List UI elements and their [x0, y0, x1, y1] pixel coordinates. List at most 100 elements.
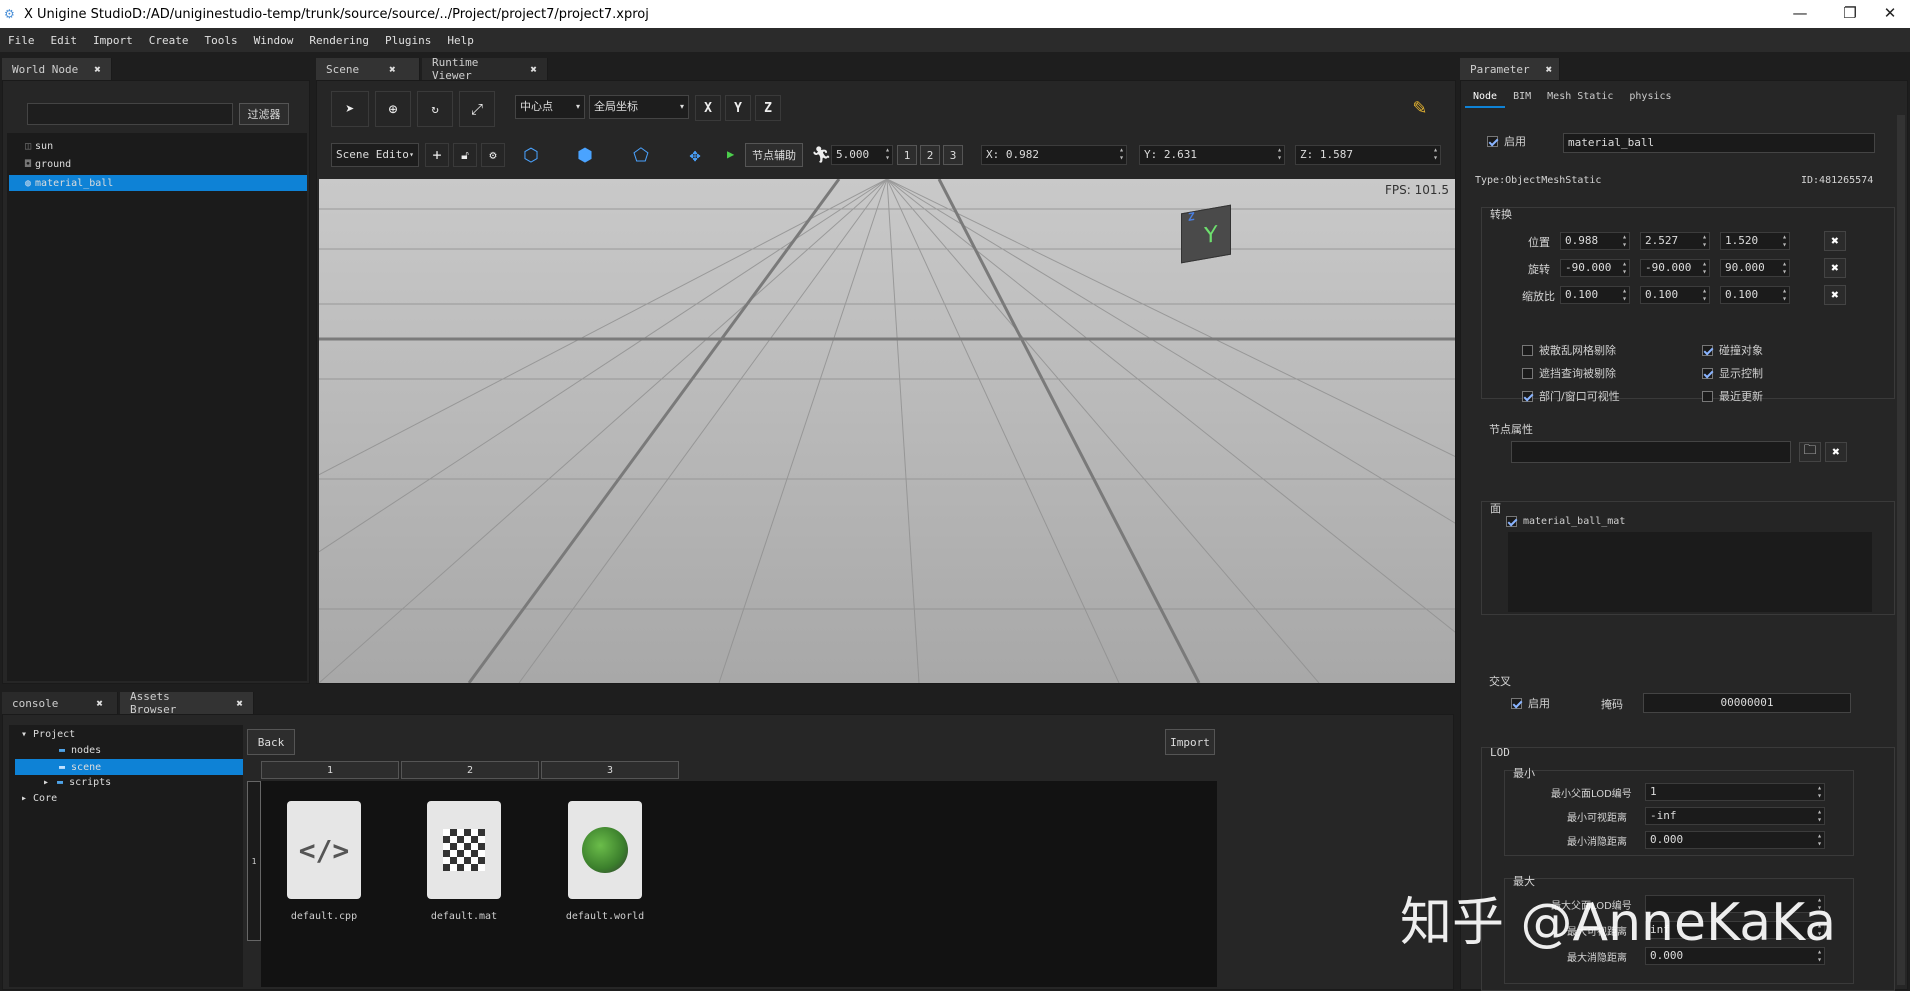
tab-runtime-viewer[interactable]: Runtime Viewer ✖	[422, 56, 548, 82]
tree-item-material-ball[interactable]: ◍ material_ball	[9, 175, 307, 191]
lock-icon[interactable]: 🔓︎	[453, 143, 477, 167]
spin-arrows-icon[interactable]: ▴ ▾	[1782, 287, 1787, 303]
tab-assets-browser[interactable]: Assets Browser ✖	[120, 690, 254, 716]
add-button[interactable]: +	[425, 143, 449, 167]
plane-icon[interactable]: ⬠	[623, 141, 659, 169]
tree-folder-core[interactable]: ▸ Core	[21, 793, 57, 804]
spin-arrows-icon[interactable]: ▴ ▾	[1622, 260, 1627, 276]
close-window-button[interactable]: ✕	[1870, 0, 1910, 28]
flag-right-1[interactable]: 显示控制	[1702, 365, 1763, 381]
select-tool-button[interactable]: ➤	[331, 91, 369, 127]
menu-import[interactable]: Import	[85, 34, 141, 47]
subtab-physics[interactable]: physics	[1621, 87, 1679, 108]
position-x-input[interactable]: 0.988 ▴ ▾	[1560, 232, 1630, 250]
asset-scrollbar[interactable]: 1	[247, 781, 261, 941]
axis-x-button[interactable]: X	[695, 95, 721, 121]
scale-z-input[interactable]: 0.100 ▴ ▾	[1720, 286, 1790, 304]
clear-property-button[interactable]: ✖	[1825, 442, 1847, 462]
spin-arrows-icon[interactable]: ▴ ▾	[1817, 808, 1822, 824]
node-helper-button[interactable]: 节点辅助	[745, 143, 803, 167]
scene-viewport[interactable]: FPS: 101.5 Z Y	[319, 179, 1455, 683]
menu-tools[interactable]: Tools	[197, 34, 246, 47]
intersection-enabled[interactable]: 启用	[1511, 695, 1550, 711]
coord-select[interactable]: 全局坐标 ▾	[589, 95, 689, 119]
tree-folder-project[interactable]: ▾ Project	[21, 729, 75, 740]
flag-checkbox[interactable]	[1522, 390, 1533, 402]
tree-folder-scripts[interactable]: ▸ ▬ scripts	[43, 777, 111, 788]
subtab-mesh-static[interactable]: Mesh Static	[1539, 87, 1621, 108]
surface-list[interactable]	[1508, 532, 1872, 612]
node-search-input[interactable]	[27, 103, 233, 125]
mode-select[interactable]: Scene Edito ▾	[331, 143, 419, 167]
camera-3-button[interactable]: 3	[943, 145, 963, 165]
node-name-input[interactable]: material_ball	[1563, 133, 1875, 153]
move-tool-button[interactable]: ⊕	[375, 91, 411, 127]
surface-checkbox[interactable]	[1506, 516, 1517, 527]
flag-checkbox[interactable]	[1522, 367, 1533, 379]
expand-icon[interactable]: ▾	[21, 729, 27, 740]
spin-arrows-icon[interactable]: ▴ ▾	[885, 146, 890, 162]
gizmo-icon[interactable]: ✥	[677, 141, 713, 169]
axis-z-button[interactable]: Z	[755, 95, 781, 121]
axis-y-button[interactable]: Y	[725, 95, 751, 121]
flag-checkbox[interactable]	[1522, 344, 1533, 356]
expand-icon[interactable]: ▸	[21, 793, 27, 804]
cam-x-input[interactable]: X: 0.982 ▴ ▾	[981, 145, 1127, 165]
surface-item[interactable]: material_ball_mat	[1506, 516, 1625, 527]
close-icon[interactable]: ✖	[94, 63, 101, 76]
spin-arrows-icon[interactable]: ▴ ▾	[1817, 784, 1822, 800]
spin-arrows-icon[interactable]: ▴ ▾	[1277, 146, 1282, 162]
camera-2-button[interactable]: 2	[920, 145, 940, 165]
rotation-y-input[interactable]: -90.000 ▴ ▾	[1640, 259, 1710, 277]
node-property-input[interactable]	[1511, 441, 1791, 463]
node-enabled-toggle[interactable]: 启用	[1487, 133, 1526, 149]
close-icon[interactable]: ✖	[96, 697, 103, 710]
flag-right-2[interactable]: 最近更新	[1702, 388, 1763, 404]
min-fade-dist-input[interactable]: 0.000 ▴ ▾	[1645, 831, 1825, 849]
spin-arrows-icon[interactable]: ▴ ▾	[1702, 260, 1707, 276]
rotation-z-input[interactable]: 90.000 ▴ ▾	[1720, 259, 1790, 277]
settings-icon[interactable]: ⚙	[481, 143, 505, 167]
camera-1-button[interactable]: 1	[897, 145, 917, 165]
position-z-input[interactable]: 1.520 ▴ ▾	[1720, 232, 1790, 250]
cube-rotate-icon[interactable]: ⬢	[567, 141, 603, 169]
menu-file[interactable]: File	[0, 34, 43, 47]
flag-checkbox[interactable]	[1702, 344, 1713, 356]
tab-scene[interactable]: Scene ✖	[316, 58, 420, 80]
flag-right-0[interactable]: 碰撞对象	[1702, 342, 1763, 358]
menu-create[interactable]: Create	[141, 34, 197, 47]
filter-button[interactable]: 过滤器	[239, 103, 289, 125]
asset-item-mat[interactable]: default.mat	[419, 801, 509, 922]
menu-edit[interactable]: Edit	[43, 34, 86, 47]
spin-arrows-icon[interactable]: ▴ ▾	[1702, 287, 1707, 303]
scale-x-input[interactable]: 0.100 ▴ ▾	[1560, 286, 1630, 304]
spin-arrows-icon[interactable]: ▴ ▾	[1622, 287, 1627, 303]
reset-position-button[interactable]: ✖	[1824, 231, 1846, 251]
menu-window[interactable]: Window	[246, 34, 302, 47]
column-3[interactable]: 3	[541, 761, 679, 779]
cam-z-input[interactable]: Z: 1.587 ▴ ▾	[1295, 145, 1441, 165]
view-cube[interactable]: Z Y	[1181, 204, 1231, 264]
parameter-scrollbar[interactable]	[1897, 115, 1905, 985]
flag-checkbox[interactable]	[1702, 367, 1713, 379]
scale-tool-button[interactable]: ⤢	[459, 91, 495, 127]
menu-plugins[interactable]: Plugins	[377, 34, 439, 47]
reset-rotation-button[interactable]: ✖	[1824, 258, 1846, 278]
cube-view-icon[interactable]: ⬡	[513, 141, 549, 169]
rotate-tool-button[interactable]: ↻	[417, 91, 453, 127]
menu-help[interactable]: Help	[439, 34, 482, 47]
subtab-node[interactable]: Node	[1465, 87, 1506, 108]
reset-scale-button[interactable]: ✖	[1824, 285, 1846, 305]
tree-folder-scene[interactable]: ▬ scene	[15, 759, 243, 775]
spin-arrows-icon[interactable]: ▴ ▾	[1817, 832, 1822, 848]
flag-checkbox[interactable]	[1702, 390, 1713, 402]
min-visible-dist-input[interactable]: -inf ▴ ▾	[1645, 807, 1825, 825]
close-icon[interactable]: ✖	[236, 697, 243, 710]
spin-arrows-icon[interactable]: ▴ ▾	[1702, 233, 1707, 249]
tree-folder-nodes[interactable]: ▬ nodes	[59, 745, 101, 756]
min-parent-lod-input[interactable]: 1 ▴ ▾	[1645, 783, 1825, 801]
tree-item-sun[interactable]: ◫ sun	[25, 141, 53, 152]
close-icon[interactable]: ✖	[1546, 63, 1553, 76]
close-icon[interactable]: ✖	[389, 63, 396, 76]
flag-left-2[interactable]: 部门/窗口可视性	[1522, 388, 1620, 404]
